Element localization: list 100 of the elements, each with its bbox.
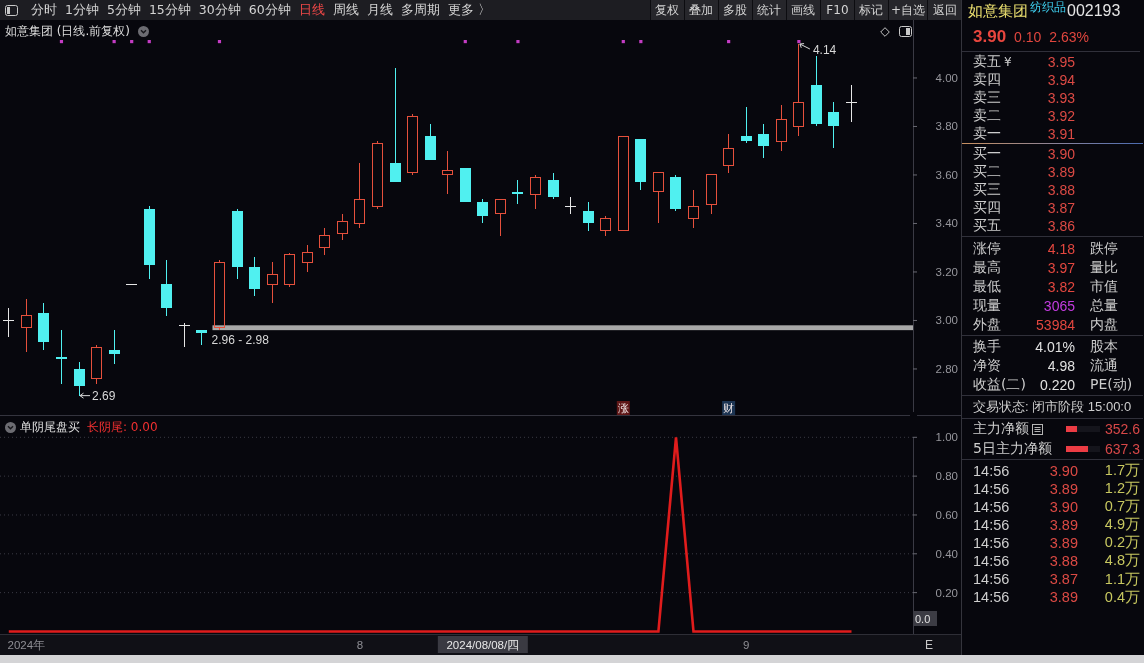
stat-label: 内盘	[1089, 315, 1119, 334]
chart-title: 如意集团 (日线.前复权)	[5, 23, 130, 40]
period-tab[interactable]: 多周期	[399, 0, 441, 20]
toolbar-button[interactable]: F10	[819, 0, 854, 20]
trade-status: 交易状态: 闭市阶段 15:00:0	[973, 398, 1132, 416]
candle	[3, 307, 15, 338]
period-tab[interactable]: 5分钟	[105, 0, 142, 20]
tick-volume: 1.7万	[1103, 461, 1140, 480]
tick-volume: 0.7万	[1103, 497, 1140, 517]
candle	[55, 329, 67, 384]
toolbar-button[interactable]: 标记	[853, 0, 888, 20]
price-axis-label: 3.00	[935, 314, 958, 327]
toolbar-button[interactable]: 复权	[649, 0, 684, 20]
stock-code: 002193	[1067, 2, 1121, 20]
stat-label: 净资	[973, 356, 1002, 375]
tick-price: 3.89	[1048, 589, 1078, 606]
list-icon[interactable]	[1032, 423, 1043, 435]
candle	[758, 123, 770, 159]
period-tab[interactable]: 月线	[365, 0, 394, 20]
axis-corner-label[interactable]: E	[925, 638, 933, 652]
tick-volume: 4.9万	[1103, 515, 1140, 535]
tick-time: 14:56	[973, 462, 1011, 479]
tick-price: 3.89	[1048, 516, 1078, 533]
period-tab[interactable]: 周线	[331, 0, 360, 20]
candle	[319, 227, 331, 256]
indicator-axis-label: 1.00	[935, 431, 958, 444]
sidebar-toggle-icon[interactable]	[5, 4, 18, 16]
bid-label: 买五	[973, 217, 1001, 235]
period-tab[interactable]: 更多 〉	[446, 0, 492, 20]
candle	[600, 215, 612, 237]
candle	[178, 322, 190, 348]
candle	[354, 162, 366, 229]
price-axis-label: 3.20	[935, 265, 958, 278]
flow-label: 5日主力净额	[973, 440, 1052, 458]
tick-volume: 1.1万	[1103, 569, 1140, 589]
candle	[424, 123, 436, 161]
tick-time: 14:56	[973, 571, 1011, 588]
flow-label: 主力净额	[973, 420, 1029, 438]
tick-time: 14:56	[973, 589, 1011, 606]
toolbar-button[interactable]: 画线	[785, 0, 820, 20]
flow-value: 352.6	[1103, 421, 1140, 437]
dropdown-icon[interactable]	[138, 26, 149, 37]
stat-value: 4.98	[1046, 357, 1075, 374]
date-axis-label: 9	[743, 639, 750, 651]
period-tab[interactable]: 60分钟	[247, 0, 292, 20]
indicator-axis-label: 0.20	[935, 586, 958, 599]
candle	[565, 196, 577, 215]
event-tag[interactable]: 涨	[616, 401, 630, 415]
period-tab[interactable]: 15分钟	[147, 0, 192, 20]
indicator-reading: 长阴尾: 0.00	[87, 419, 158, 436]
stat-value: 4.01%	[1034, 338, 1075, 355]
stock-name: 如意集团	[968, 2, 1028, 20]
currency-toggle[interactable]: ¥	[1004, 55, 1012, 69]
bid-price: 3.89	[1047, 164, 1075, 180]
stat-label: PE(动)	[1089, 375, 1134, 394]
date-axis-label: 2024年	[7, 639, 46, 651]
date-axis-label: 8	[356, 639, 364, 651]
toolbar-button[interactable]: 多股	[717, 0, 752, 20]
ask-price: 3.95	[1047, 54, 1075, 70]
period-tab[interactable]: 分时	[30, 0, 58, 20]
candle	[494, 198, 506, 237]
toolbar-button[interactable]: 返回	[927, 0, 961, 20]
stat-label: 最低	[973, 277, 1002, 296]
period-tab[interactable]: 30分钟	[197, 0, 242, 20]
tick-volume: 1.2万	[1103, 479, 1140, 499]
indicator-name: 单阴尾盘买	[20, 419, 80, 436]
candle	[108, 329, 120, 365]
candle	[582, 201, 594, 232]
diamond-icon[interactable]	[880, 26, 890, 37]
period-tab[interactable]: 1分钟	[64, 0, 100, 20]
toolbar-button[interactable]: 统计	[751, 0, 786, 20]
bid-price: 3.90	[1047, 146, 1075, 162]
tick-time: 14:56	[973, 552, 1011, 569]
candle	[266, 261, 278, 304]
candle	[407, 113, 419, 176]
stat-value: 3.97	[1046, 259, 1075, 276]
candle	[846, 84, 858, 123]
ask-price: 3.92	[1047, 108, 1075, 124]
stat-label: 跌停	[1089, 239, 1119, 258]
stat-label: 外盘	[973, 315, 1002, 334]
toolbar-button[interactable]: +自选	[887, 0, 927, 20]
candle	[810, 55, 822, 127]
tick-price: 3.88	[1048, 552, 1078, 569]
bid-price: 3.86	[1047, 218, 1075, 234]
ask-price: 3.93	[1047, 90, 1075, 106]
candle	[530, 174, 541, 210]
period-tab[interactable]: 日线	[297, 0, 326, 20]
tick-time: 14:56	[973, 480, 1011, 497]
panel-toggle-icon[interactable]	[899, 26, 912, 37]
candle	[196, 329, 208, 346]
ask-label: 卖二	[973, 107, 1001, 125]
tick-volume: 0.2万	[1103, 533, 1140, 553]
toolbar-button[interactable]: 叠加	[683, 0, 718, 20]
stat-label: 收益(二)	[973, 375, 1027, 394]
dropdown-icon[interactable]	[5, 422, 16, 433]
candle	[459, 167, 471, 203]
event-tag[interactable]: 财	[722, 401, 736, 415]
tick-price: 3.89	[1048, 534, 1078, 551]
stat-label: 总量	[1089, 296, 1119, 315]
bid-label: 买三	[973, 181, 1001, 199]
